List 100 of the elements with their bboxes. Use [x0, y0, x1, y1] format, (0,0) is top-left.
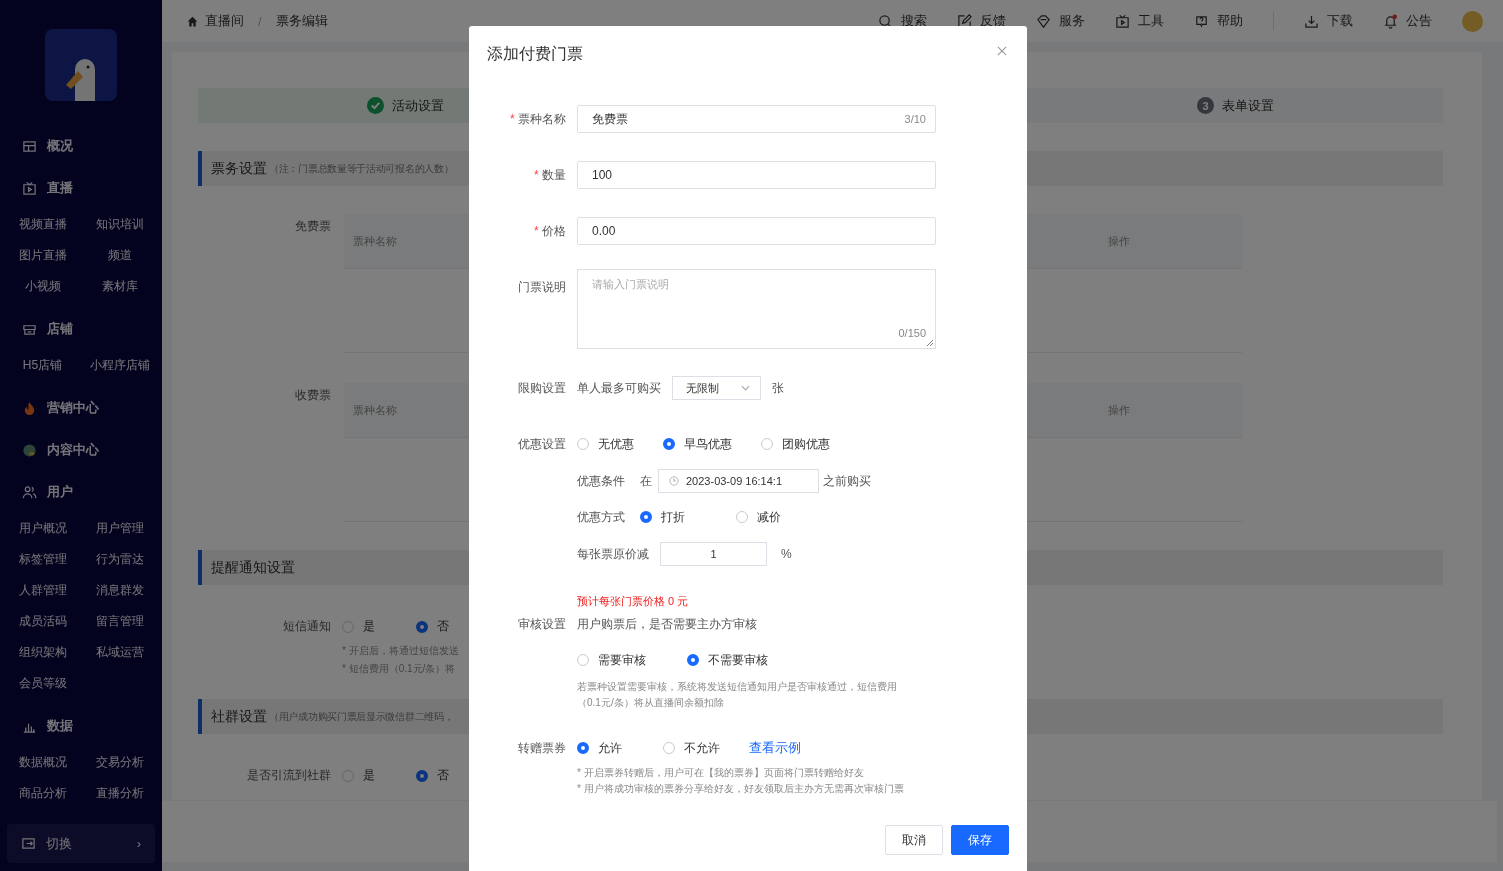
field-text: 单人最多可购买	[577, 379, 661, 397]
text-field[interactable]: 0.00	[577, 217, 936, 245]
menu-item[interactable]: 数据概况	[4, 747, 81, 778]
breadcrumb-separator: /	[258, 13, 262, 29]
avatar-icon[interactable]	[1462, 10, 1483, 32]
users-icon	[22, 484, 37, 500]
example-link[interactable]: 查看示例	[749, 739, 801, 757]
section-title: 社群设置	[211, 707, 267, 726]
field-label: 是否引流到社群	[246, 767, 331, 784]
menu-group[interactable]: 直播	[0, 167, 162, 209]
radio-option[interactable]: 需要审核	[577, 651, 646, 669]
tv-icon	[22, 180, 37, 196]
radio-option[interactable]: 不允许	[663, 739, 720, 757]
menu-item[interactable]: 人群管理	[4, 575, 81, 606]
menu-group[interactable]: 用户	[0, 471, 162, 513]
field-label: * 价格	[533, 222, 566, 240]
home-icon	[186, 14, 199, 28]
radio-option[interactable]: 早鸟优惠	[663, 435, 732, 453]
radio-option[interactable]: 减价	[736, 508, 781, 526]
menu-item[interactable]: 组织架构	[4, 637, 81, 668]
layout-icon	[22, 138, 37, 154]
menu-item[interactable]: 交易分析	[81, 747, 158, 778]
note-text: * 开启票券转赠后，用户可在【我的票券】页面将门票转赠给好友	[577, 766, 864, 780]
radio-option[interactable]: 无优惠	[577, 435, 634, 453]
textarea-field[interactable]: 请输入门票说明 0/150	[577, 269, 936, 349]
menu-group[interactable]: 数据	[0, 705, 162, 747]
toolbar-item[interactable]: 工具	[1115, 12, 1164, 30]
field-text: 张	[772, 379, 784, 397]
toolbar-item[interactable]: 下载	[1304, 12, 1353, 30]
duck-logo	[45, 29, 117, 101]
radio-option[interactable]: 否	[416, 618, 449, 635]
field-label: 短信通知	[282, 618, 331, 635]
close-icon[interactable]	[997, 46, 1007, 56]
menu-group[interactable]: 概况	[0, 125, 162, 167]
menu-item[interactable]: 用户概况	[4, 513, 81, 544]
menu-item[interactable]: 成员活码	[4, 606, 81, 637]
field-label: 门票说明	[517, 279, 566, 296]
menu-item[interactable]: 直播分析	[81, 778, 158, 809]
toolbar-item[interactable]: 服务	[1036, 12, 1085, 30]
chevron-down-icon	[741, 385, 750, 391]
price-estimate: 预计每张门票价格 0 元	[577, 594, 689, 609]
field-text: 在	[640, 472, 652, 490]
menu-item[interactable]: 素材库	[81, 271, 158, 302]
switch-button[interactable]: 切换 ›	[7, 824, 155, 863]
char-counter: 3/10	[904, 113, 926, 125]
date-field[interactable]: 2023-03-09 16:14:1	[658, 469, 819, 493]
radio-option[interactable]: 团购优惠	[761, 435, 830, 453]
number-field[interactable]: 1	[660, 542, 767, 566]
toolbar-item[interactable]: 帮助	[1194, 12, 1243, 30]
field-label: 每张票原价减	[577, 545, 649, 563]
radio-option[interactable]: 否	[416, 767, 449, 784]
breadcrumb-link[interactable]: 票务编辑	[275, 12, 328, 30]
menu-group[interactable]: 内容中心	[0, 429, 162, 471]
radio-option[interactable]: 打折	[640, 508, 685, 526]
save-button[interactable]: 保存	[951, 825, 1009, 855]
table-label: 免费票	[294, 218, 331, 235]
radio-option[interactable]: 允许	[577, 739, 622, 757]
field-label: 优惠设置	[517, 435, 566, 453]
menu-item[interactable]: 小程序店铺	[81, 350, 158, 381]
field-label: 转赠票券	[517, 739, 566, 757]
menu-item[interactable]: 商品分析	[4, 778, 81, 809]
section-title: 提醒通知设置	[211, 558, 295, 577]
cancel-button[interactable]: 取消	[885, 825, 943, 855]
radio-option[interactable]: 不需要审核	[687, 651, 768, 669]
note-text: * 用户将成功审核的票券分享给好友，好友领取后主办方无需再次审核门票	[577, 782, 904, 796]
step-label: 表单设置	[1222, 96, 1274, 115]
clock-icon	[669, 476, 679, 486]
field-text: 用户购票后，是否需要主办方审核	[577, 615, 757, 633]
menu-item[interactable]: 图片直播	[4, 240, 81, 271]
radio-option[interactable]: 是	[342, 618, 375, 635]
field-label: 优惠条件	[577, 472, 626, 490]
menu-item[interactable]: 消息群发	[81, 575, 158, 606]
menu-item[interactable]: 标签管理	[4, 544, 81, 575]
table-label: 收费票	[294, 387, 331, 404]
field-label: 限购设置	[517, 379, 566, 397]
text-field[interactable]: 100	[577, 161, 936, 189]
menu-item[interactable]: 小视频	[4, 271, 81, 302]
limit-select[interactable]: 无限制	[672, 376, 761, 400]
menu-item[interactable]: 会员等级	[4, 668, 81, 699]
radio-option[interactable]: 是	[342, 767, 375, 784]
menu-item[interactable]: H5店铺	[4, 350, 81, 381]
text-field[interactable]: 免费票 3/10	[577, 105, 936, 133]
menu-group[interactable]: 营销中心	[0, 387, 162, 429]
field-text: 之前购买	[823, 472, 871, 490]
dialog-title: 添加付费门票	[487, 43, 583, 64]
menu-item[interactable]: 留言管理	[81, 606, 158, 637]
menu-item[interactable]: 行为雷达	[81, 544, 158, 575]
resize-handle-icon[interactable]	[926, 339, 934, 347]
breadcrumb-link[interactable]: 直播间	[205, 12, 244, 30]
menu-item[interactable]: 私域运营	[81, 637, 158, 668]
menu-item[interactable]: 用户管理	[81, 513, 158, 544]
toolbar-item[interactable]: 搜索	[878, 12, 927, 30]
menu-group[interactable]: 店铺	[0, 308, 162, 350]
toolbar-item[interactable]: 公告	[1383, 12, 1432, 30]
field-label: * 数量	[533, 166, 566, 184]
menu-item[interactable]: 知识培训	[81, 209, 158, 240]
menu-item[interactable]: 视频直播	[4, 209, 81, 240]
field-text: %	[781, 547, 792, 561]
menu-item[interactable]: 频道	[81, 240, 158, 271]
section-title: 票务设置	[211, 159, 267, 178]
